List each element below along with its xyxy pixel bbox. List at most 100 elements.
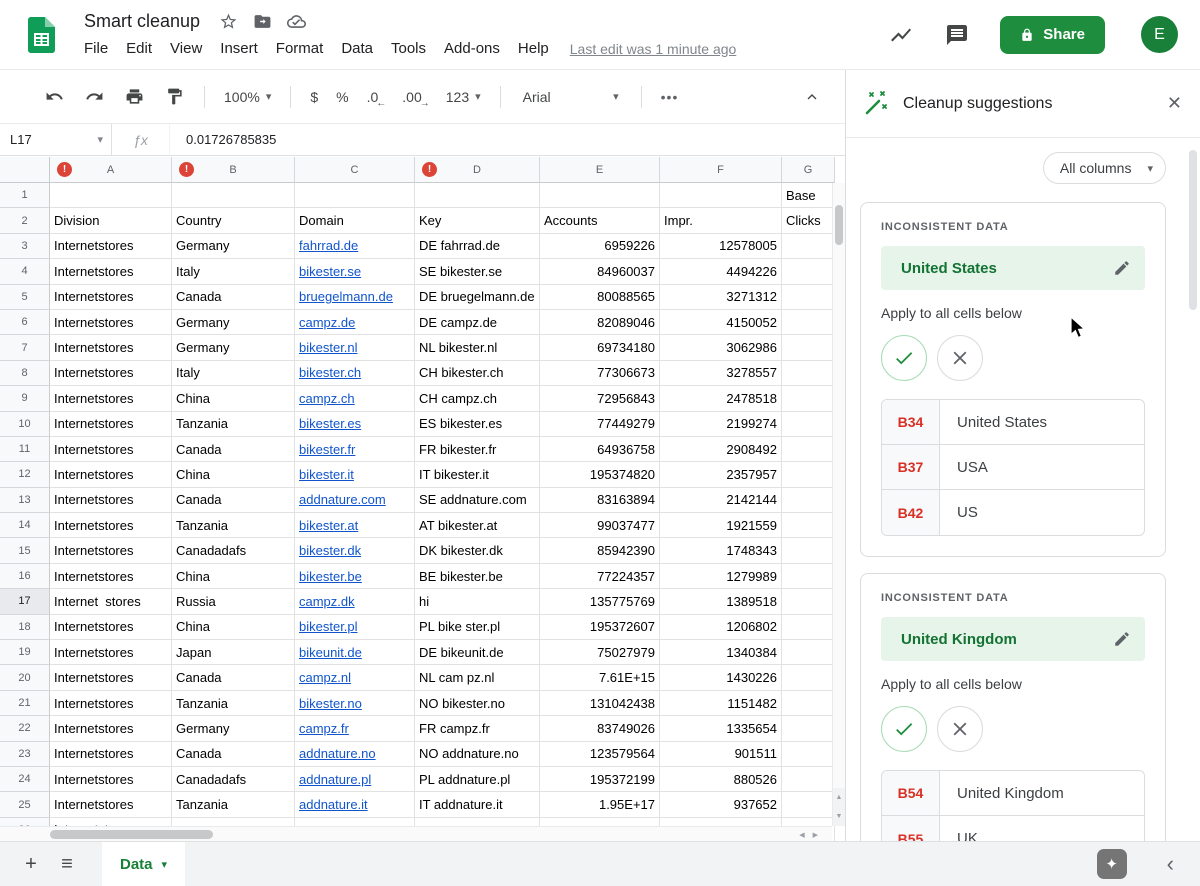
cell-E1[interactable] <box>540 183 660 208</box>
row-header-22[interactable]: 22 <box>0 716 50 741</box>
cell-C20[interactable]: campz.nl <box>295 665 415 690</box>
increase-decimal-button[interactable]: .00→ <box>402 89 427 105</box>
cell-B15[interactable]: Canadadafs <box>172 538 295 563</box>
cell-A15[interactable]: Internetstores <box>50 538 172 563</box>
cell-G14[interactable] <box>782 513 835 538</box>
cell-F9[interactable]: 2478518 <box>660 386 782 411</box>
cell-G6[interactable] <box>782 310 835 335</box>
cell-E21[interactable]: 131042438 <box>540 691 660 716</box>
cell-D15[interactable]: DK bikester.dk <box>415 538 540 563</box>
column-header-B[interactable]: !B <box>172 157 295 183</box>
cell-G4[interactable] <box>782 259 835 284</box>
cell-B17[interactable]: Russia <box>172 589 295 614</box>
affected-cell-ref[interactable]: B37 <box>882 445 940 489</box>
collapse-toolbar-icon[interactable] <box>799 84 825 110</box>
row-header-13[interactable]: 13 <box>0 488 50 513</box>
cell-A14[interactable]: Internetstores <box>50 513 172 538</box>
cell-B14[interactable]: Tanzania <box>172 513 295 538</box>
cell-A22[interactable]: Internetstores <box>50 716 172 741</box>
cell-C6[interactable]: campz.de <box>295 310 415 335</box>
row-header-14[interactable]: 14 <box>0 513 50 538</box>
cell-E8[interactable]: 77306673 <box>540 361 660 386</box>
cell-C23[interactable]: addnature.no <box>295 742 415 767</box>
more-options-button[interactable]: ••• <box>661 89 679 105</box>
cell-D11[interactable]: FR bikester.fr <box>415 437 540 462</box>
cell-C17[interactable]: campz.dk <box>295 589 415 614</box>
cell-D20[interactable]: NL cam pz.nl <box>415 665 540 690</box>
cell-D23[interactable]: NO addnature.no <box>415 742 540 767</box>
cell-G9[interactable] <box>782 386 835 411</box>
cell-D22[interactable]: FR campz.fr <box>415 716 540 741</box>
panel-scroll-thumb[interactable] <box>1189 150 1197 310</box>
cell-B20[interactable]: Canada <box>172 665 295 690</box>
row-header-1[interactable]: 1 <box>0 183 50 208</box>
add-sheet-button[interactable]: + <box>14 847 48 881</box>
affected-cell-ref[interactable]: B54 <box>882 771 940 815</box>
avatar[interactable]: E <box>1141 16 1178 53</box>
cell-D18[interactable]: PL bike ster.pl <box>415 615 540 640</box>
cell-C14[interactable]: bikester.at <box>295 513 415 538</box>
cell-C15[interactable]: bikester.dk <box>295 538 415 563</box>
cell-A21[interactable]: Internetstores <box>50 691 172 716</box>
row-header-8[interactable]: 8 <box>0 361 50 386</box>
cell-A6[interactable]: Internetstores <box>50 310 172 335</box>
format-percent-button[interactable]: % <box>336 89 348 105</box>
cell-B24[interactable]: Canadadafs <box>172 767 295 792</box>
menu-item-file[interactable]: File <box>84 40 117 57</box>
edit-suggestion-icon[interactable] <box>1113 259 1131 277</box>
row-header-10[interactable]: 10 <box>0 412 50 437</box>
insights-icon[interactable] <box>888 22 914 48</box>
cell-G7[interactable] <box>782 335 835 360</box>
cell-G17[interactable] <box>782 589 835 614</box>
close-panel-icon[interactable]: ✕ <box>1167 93 1182 114</box>
cell-B18[interactable]: China <box>172 615 295 640</box>
cell-B3[interactable]: Germany <box>172 234 295 259</box>
cell-D1[interactable] <box>415 183 540 208</box>
scroll-up-button[interactable]: ▲ <box>833 788 845 807</box>
cell-F25[interactable]: 937652 <box>660 792 782 817</box>
menu-item-edit[interactable]: Edit <box>117 40 161 57</box>
cell-G23[interactable] <box>782 742 835 767</box>
scroll-left-button[interactable]: ◀ <box>799 831 804 839</box>
cell-D5[interactable]: DE bruegelmann.de <box>415 285 540 310</box>
cell-F6[interactable]: 4150052 <box>660 310 782 335</box>
affected-cell-ref[interactable]: B34 <box>882 400 940 444</box>
cell-F22[interactable]: 1335654 <box>660 716 782 741</box>
cell-A8[interactable]: Internetstores <box>50 361 172 386</box>
cell-G13[interactable] <box>782 488 835 513</box>
affected-cell-row[interactable]: B37USA <box>882 445 1144 490</box>
cell-F5[interactable]: 3271312 <box>660 285 782 310</box>
cell-F23[interactable]: 901511 <box>660 742 782 767</box>
cell-E5[interactable]: 80088565 <box>540 285 660 310</box>
cell-C4[interactable]: bikester.se <box>295 259 415 284</box>
cell-B1[interactable] <box>172 183 295 208</box>
cell-G10[interactable] <box>782 412 835 437</box>
column-filter-select[interactable]: All columns ▾ <box>1043 152 1166 184</box>
cell-A18[interactable]: Internetstores <box>50 615 172 640</box>
cell-G2[interactable]: Clicks <box>782 208 835 233</box>
cell-E20[interactable]: 7.61E+15 <box>540 665 660 690</box>
cell-E10[interactable]: 77449279 <box>540 412 660 437</box>
collapse-panel-chevron-icon[interactable]: ‹ <box>1167 851 1174 877</box>
cell-D10[interactable]: ES bikester.es <box>415 412 540 437</box>
cell-E19[interactable]: 75027979 <box>540 640 660 665</box>
cell-D14[interactable]: AT bikester.at <box>415 513 540 538</box>
row-header-2[interactable]: 2 <box>0 208 50 233</box>
row-header-9[interactable]: 9 <box>0 386 50 411</box>
cell-A4[interactable]: Internetstores <box>50 259 172 284</box>
select-all-corner[interactable] <box>0 157 50 183</box>
cell-C13[interactable]: addnature.com <box>295 488 415 513</box>
cell-F4[interactable]: 4494226 <box>660 259 782 284</box>
cell-E16[interactable]: 77224357 <box>540 564 660 589</box>
horizontal-scroll-thumb[interactable] <box>50 830 213 839</box>
print-icon[interactable] <box>121 84 147 110</box>
cell-G12[interactable] <box>782 462 835 487</box>
reject-suggestion-button[interactable] <box>937 335 983 381</box>
cell-B10[interactable]: Tanzania <box>172 412 295 437</box>
cell-B12[interactable]: China <box>172 462 295 487</box>
cell-D21[interactable]: NO bikester.no <box>415 691 540 716</box>
column-header-A[interactable]: !A <box>50 157 172 183</box>
comment-icon[interactable] <box>944 22 970 48</box>
cell-C12[interactable]: bikester.it <box>295 462 415 487</box>
cell-B7[interactable]: Germany <box>172 335 295 360</box>
